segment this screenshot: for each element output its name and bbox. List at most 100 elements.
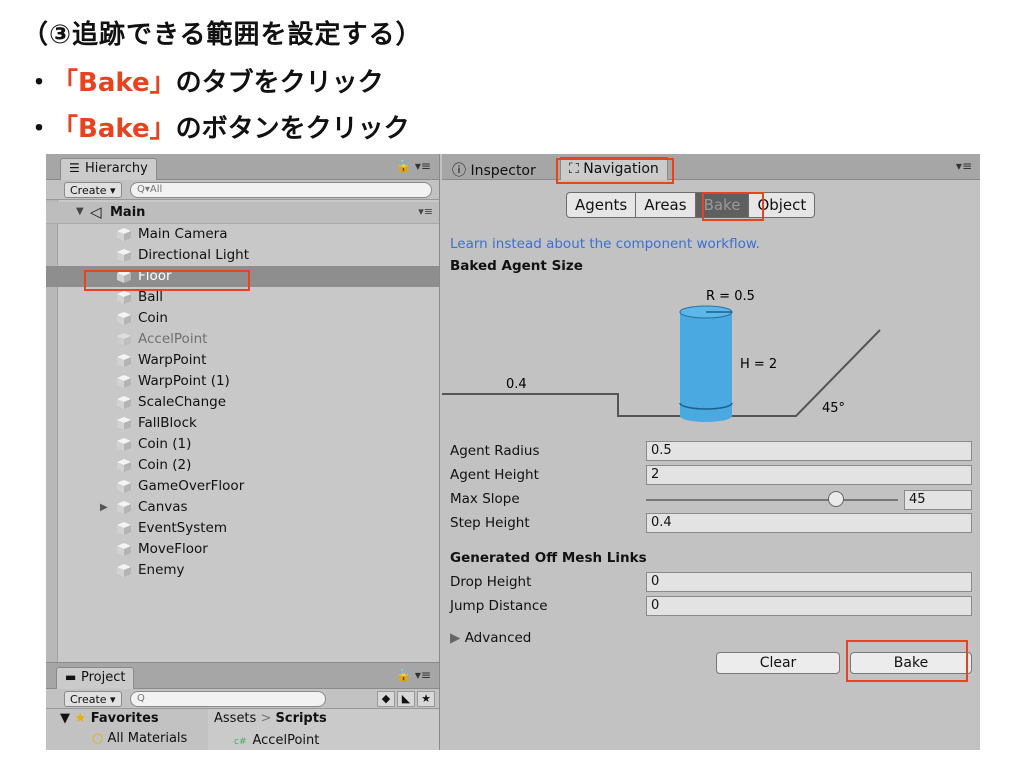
bullet-dot: ・ xyxy=(26,68,53,98)
agent-size-diagram: R = 0.5 H = 2 0.4 45° xyxy=(442,289,881,422)
bake-button-highlight xyxy=(846,640,968,682)
favorites-row[interactable]: ▼ ★ Favorites xyxy=(60,711,159,726)
slope-label: 45° xyxy=(822,401,845,416)
gameobject-cube-icon xyxy=(117,312,131,325)
agent-height-field[interactable]: 2 xyxy=(646,465,972,485)
unity-scene-icon: ◁ xyxy=(90,203,102,221)
gameobject-cube-icon xyxy=(117,375,131,388)
scene-row[interactable]: ▼ ◁ Main ▾≡ xyxy=(46,202,439,224)
hierarchy-item-label: Coin xyxy=(138,310,168,326)
bullet-text: のタブをクリック xyxy=(175,68,384,98)
project-tab[interactable]: ▬ Project xyxy=(56,667,135,689)
hierarchy-item[interactable]: WarpPoint xyxy=(46,350,439,371)
favorite-star-icon[interactable]: ★ xyxy=(417,691,435,707)
agent-height-label: Agent Height xyxy=(450,467,539,483)
navigation-tab-highlight xyxy=(556,158,674,184)
inspector-tab-label: Inspector xyxy=(470,163,536,179)
agent-radius-field[interactable]: 0.5 xyxy=(646,441,972,461)
project-lock-menu-icon[interactable]: 🔒 ▾≡ xyxy=(396,668,431,682)
hierarchy-item-label: Coin (2) xyxy=(138,457,192,473)
hierarchy-item-label: MoveFloor xyxy=(138,541,208,557)
inspector-tab[interactable]: ⓘ Inspector xyxy=(452,160,536,180)
hierarchy-item[interactable]: Coin xyxy=(46,308,439,329)
hierarchy-item[interactable]: ▶ Canvas xyxy=(46,497,439,518)
bullet-highlight: 「Bake」 xyxy=(52,68,176,98)
advanced-foldout[interactable]: ▶ Advanced xyxy=(450,630,531,646)
gameobject-cube-icon xyxy=(117,543,131,556)
hierarchy-item-label: FallBlock xyxy=(138,415,197,431)
hierarchy-toolbar: Create ▾ Q▾All xyxy=(46,180,439,200)
hierarchy-search-input[interactable]: Q▾All xyxy=(130,182,432,198)
hierarchy-tab[interactable]: ☰ Hierarchy xyxy=(60,158,157,180)
all-materials-row[interactable]: ○ All Materials xyxy=(92,731,187,746)
max-slope-slider[interactable] xyxy=(646,499,898,501)
project-panel: ▬ Project 🔒 ▾≡ Create ▾ Q ◆ ◣ ★ ▼ ★ Favorit… xyxy=(46,662,440,750)
script-file[interactable]: c# AccelPoint xyxy=(234,733,319,748)
max-slope-slider-handle[interactable] xyxy=(828,491,844,507)
filter-type-icon[interactable]: ◆ xyxy=(377,691,395,707)
floor-highlight-box xyxy=(84,270,250,291)
gameobject-cube-icon xyxy=(117,228,131,241)
max-slope-field[interactable]: 45 xyxy=(904,490,972,510)
hierarchy-item[interactable]: Coin (1) xyxy=(46,434,439,455)
hierarchy-item[interactable]: GameOverFloor xyxy=(46,476,439,497)
expand-arrow-icon[interactable]: ▶ xyxy=(100,497,108,518)
breadcrumb-separator: > xyxy=(260,711,272,726)
hierarchy-tab-label: Hierarchy xyxy=(85,161,148,176)
hierarchy-item[interactable]: AccelPoint xyxy=(46,329,439,350)
step-height-label: Step Height xyxy=(450,515,530,531)
bullet-text: のボタンをクリック xyxy=(175,114,410,144)
jump-distance-field[interactable]: 0 xyxy=(646,596,972,616)
hierarchy-item[interactable]: Enemy xyxy=(46,560,439,581)
lock-menu-icon[interactable]: 🔒 ▾≡ xyxy=(396,159,431,173)
project-create-button[interactable]: Create ▾ xyxy=(64,691,122,707)
favorites-pane: ▼ ★ Favorites ○ All Materials xyxy=(46,709,208,750)
height-label: H = 2 xyxy=(740,357,777,372)
breadcrumb-scripts[interactable]: Scripts xyxy=(276,711,327,726)
folder-icon: ▬ xyxy=(65,670,77,684)
baked-agent-size-heading: Baked Agent Size xyxy=(450,258,583,274)
breadcrumb-assets[interactable]: Assets xyxy=(214,711,256,726)
inspector-menu-icon[interactable]: ▾≡ xyxy=(956,159,972,173)
scene-name: Main xyxy=(110,205,146,220)
create-button[interactable]: Create ▾ xyxy=(64,182,122,198)
hierarchy-item-label: WarpPoint xyxy=(138,352,207,368)
hierarchy-item[interactable]: ScaleChange xyxy=(46,392,439,413)
project-toolbar: Create ▾ Q ◆ ◣ ★ xyxy=(46,689,439,709)
tab-agents[interactable]: Agents xyxy=(566,192,637,218)
learn-component-workflow-link[interactable]: Learn instead about the component workfl… xyxy=(450,236,760,252)
filter-label-icon[interactable]: ◣ xyxy=(397,691,415,707)
list-icon: ☰ xyxy=(69,161,80,175)
instruction-bullet-1: ・「Bake」のタブをクリック xyxy=(26,62,384,99)
hierarchy-item-label: Main Camera xyxy=(138,226,228,242)
drop-height-label: Drop Height xyxy=(450,574,532,590)
search-icon: ○ xyxy=(92,731,104,746)
navigation-panel: ⓘ Inspector ⛶ Navigation ▾≡ Agents Areas B… xyxy=(442,154,980,750)
tab-areas[interactable]: Areas xyxy=(635,192,696,218)
gameobject-cube-icon xyxy=(117,564,131,577)
project-tabbar: ▬ Project 🔒 ▾≡ xyxy=(46,663,439,689)
step-height-field[interactable]: 0.4 xyxy=(646,513,972,533)
hierarchy-item[interactable]: Directional Light xyxy=(46,245,439,266)
agent-radius-label: Agent Radius xyxy=(450,443,540,459)
hierarchy-item[interactable]: WarpPoint (1) xyxy=(46,371,439,392)
clear-button[interactable]: Clear xyxy=(716,652,840,674)
project-search-input[interactable]: Q xyxy=(130,691,326,707)
agent-cylinder xyxy=(680,312,732,416)
gameobject-cube-icon xyxy=(117,354,131,367)
hierarchy-item-label: Enemy xyxy=(138,562,185,578)
scene-menu-icon[interactable]: ▾≡ xyxy=(418,205,433,218)
hierarchy-item[interactable]: Main Camera xyxy=(46,224,439,245)
step-label: 0.4 xyxy=(506,377,527,392)
hierarchy-item[interactable]: EventSystem xyxy=(46,518,439,539)
hierarchy-item[interactable]: FallBlock xyxy=(46,413,439,434)
hierarchy-item-label: Directional Light xyxy=(138,247,249,263)
instruction-bullet-2: ・「Bake」のボタンをクリック xyxy=(26,108,410,145)
drop-height-field[interactable]: 0 xyxy=(646,572,972,592)
hierarchy-item[interactable]: MoveFloor xyxy=(46,539,439,560)
gameobject-cube-icon xyxy=(117,417,131,430)
hierarchy-item-label: EventSystem xyxy=(138,520,228,536)
expand-triangle-icon[interactable]: ▼ xyxy=(76,206,84,217)
hierarchy-item-label: AccelPoint xyxy=(138,331,208,347)
hierarchy-item[interactable]: Coin (2) xyxy=(46,455,439,476)
